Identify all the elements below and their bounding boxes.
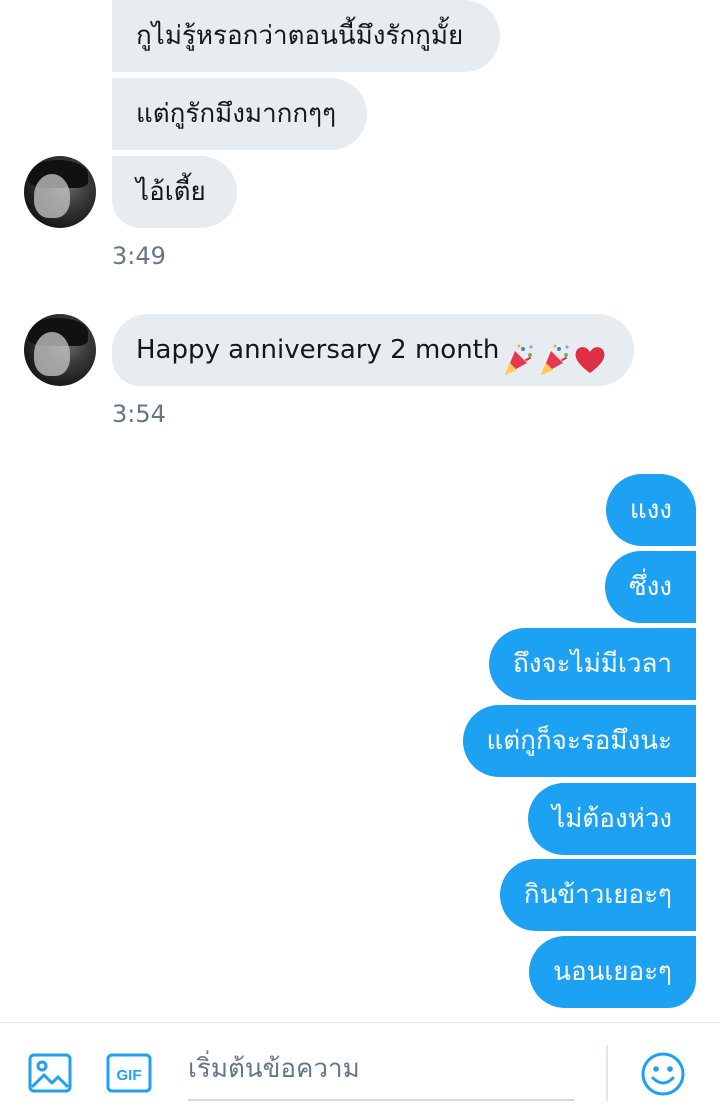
incoming-message[interactable]: Happy anniversary 2 month <box>112 314 634 386</box>
emoji-icon[interactable] <box>640 1051 686 1097</box>
incoming-message[interactable]: ไอ้เตี้ย <box>112 156 237 228</box>
message-input-container <box>188 1041 574 1101</box>
incoming-message[interactable]: แต่กูรักมึงมากกๆๆ <box>112 78 367 150</box>
message-input[interactable] <box>188 1041 574 1097</box>
message-text: Happy anniversary 2 month <box>136 335 500 365</box>
outgoing-message[interactable]: กินข้าวเยอะๆ <box>499 859 696 931</box>
avatar[interactable] <box>24 314 96 386</box>
avatar[interactable] <box>24 156 96 228</box>
gif-label: GIF <box>117 1067 142 1084</box>
message-composer: GIF <box>0 1022 720 1119</box>
message-timestamp: 3:49 <box>112 242 166 270</box>
gif-icon[interactable]: GIF <box>106 1053 152 1093</box>
outgoing-message[interactable]: ถึงจะไม่มีเวลา <box>488 628 696 700</box>
party-popper-icon <box>537 333 571 375</box>
incoming-message[interactable]: กูไม่รู้หรอกว่าตอนนี้มึงรักกูมั้ย <box>112 0 500 72</box>
outgoing-message[interactable]: แต่กูก็จะรอมึงนะ <box>462 705 696 777</box>
divider <box>606 1045 608 1101</box>
message-timestamp: 3:54 <box>112 400 166 428</box>
image-icon[interactable] <box>28 1053 72 1093</box>
outgoing-message[interactable]: ซึ่งง <box>604 551 696 623</box>
red-heart-icon <box>573 333 607 373</box>
outgoing-message[interactable]: แงง <box>605 474 696 546</box>
party-popper-icon <box>501 333 535 375</box>
outgoing-message[interactable]: ไม่ต้องห่วง <box>528 783 696 855</box>
outgoing-message[interactable]: นอนเยอะๆ <box>529 936 696 1008</box>
conversation: กูไม่รู้หรอกว่าตอนนี้มึงรักกูมั้ย แต่กูร… <box>0 0 720 1022</box>
